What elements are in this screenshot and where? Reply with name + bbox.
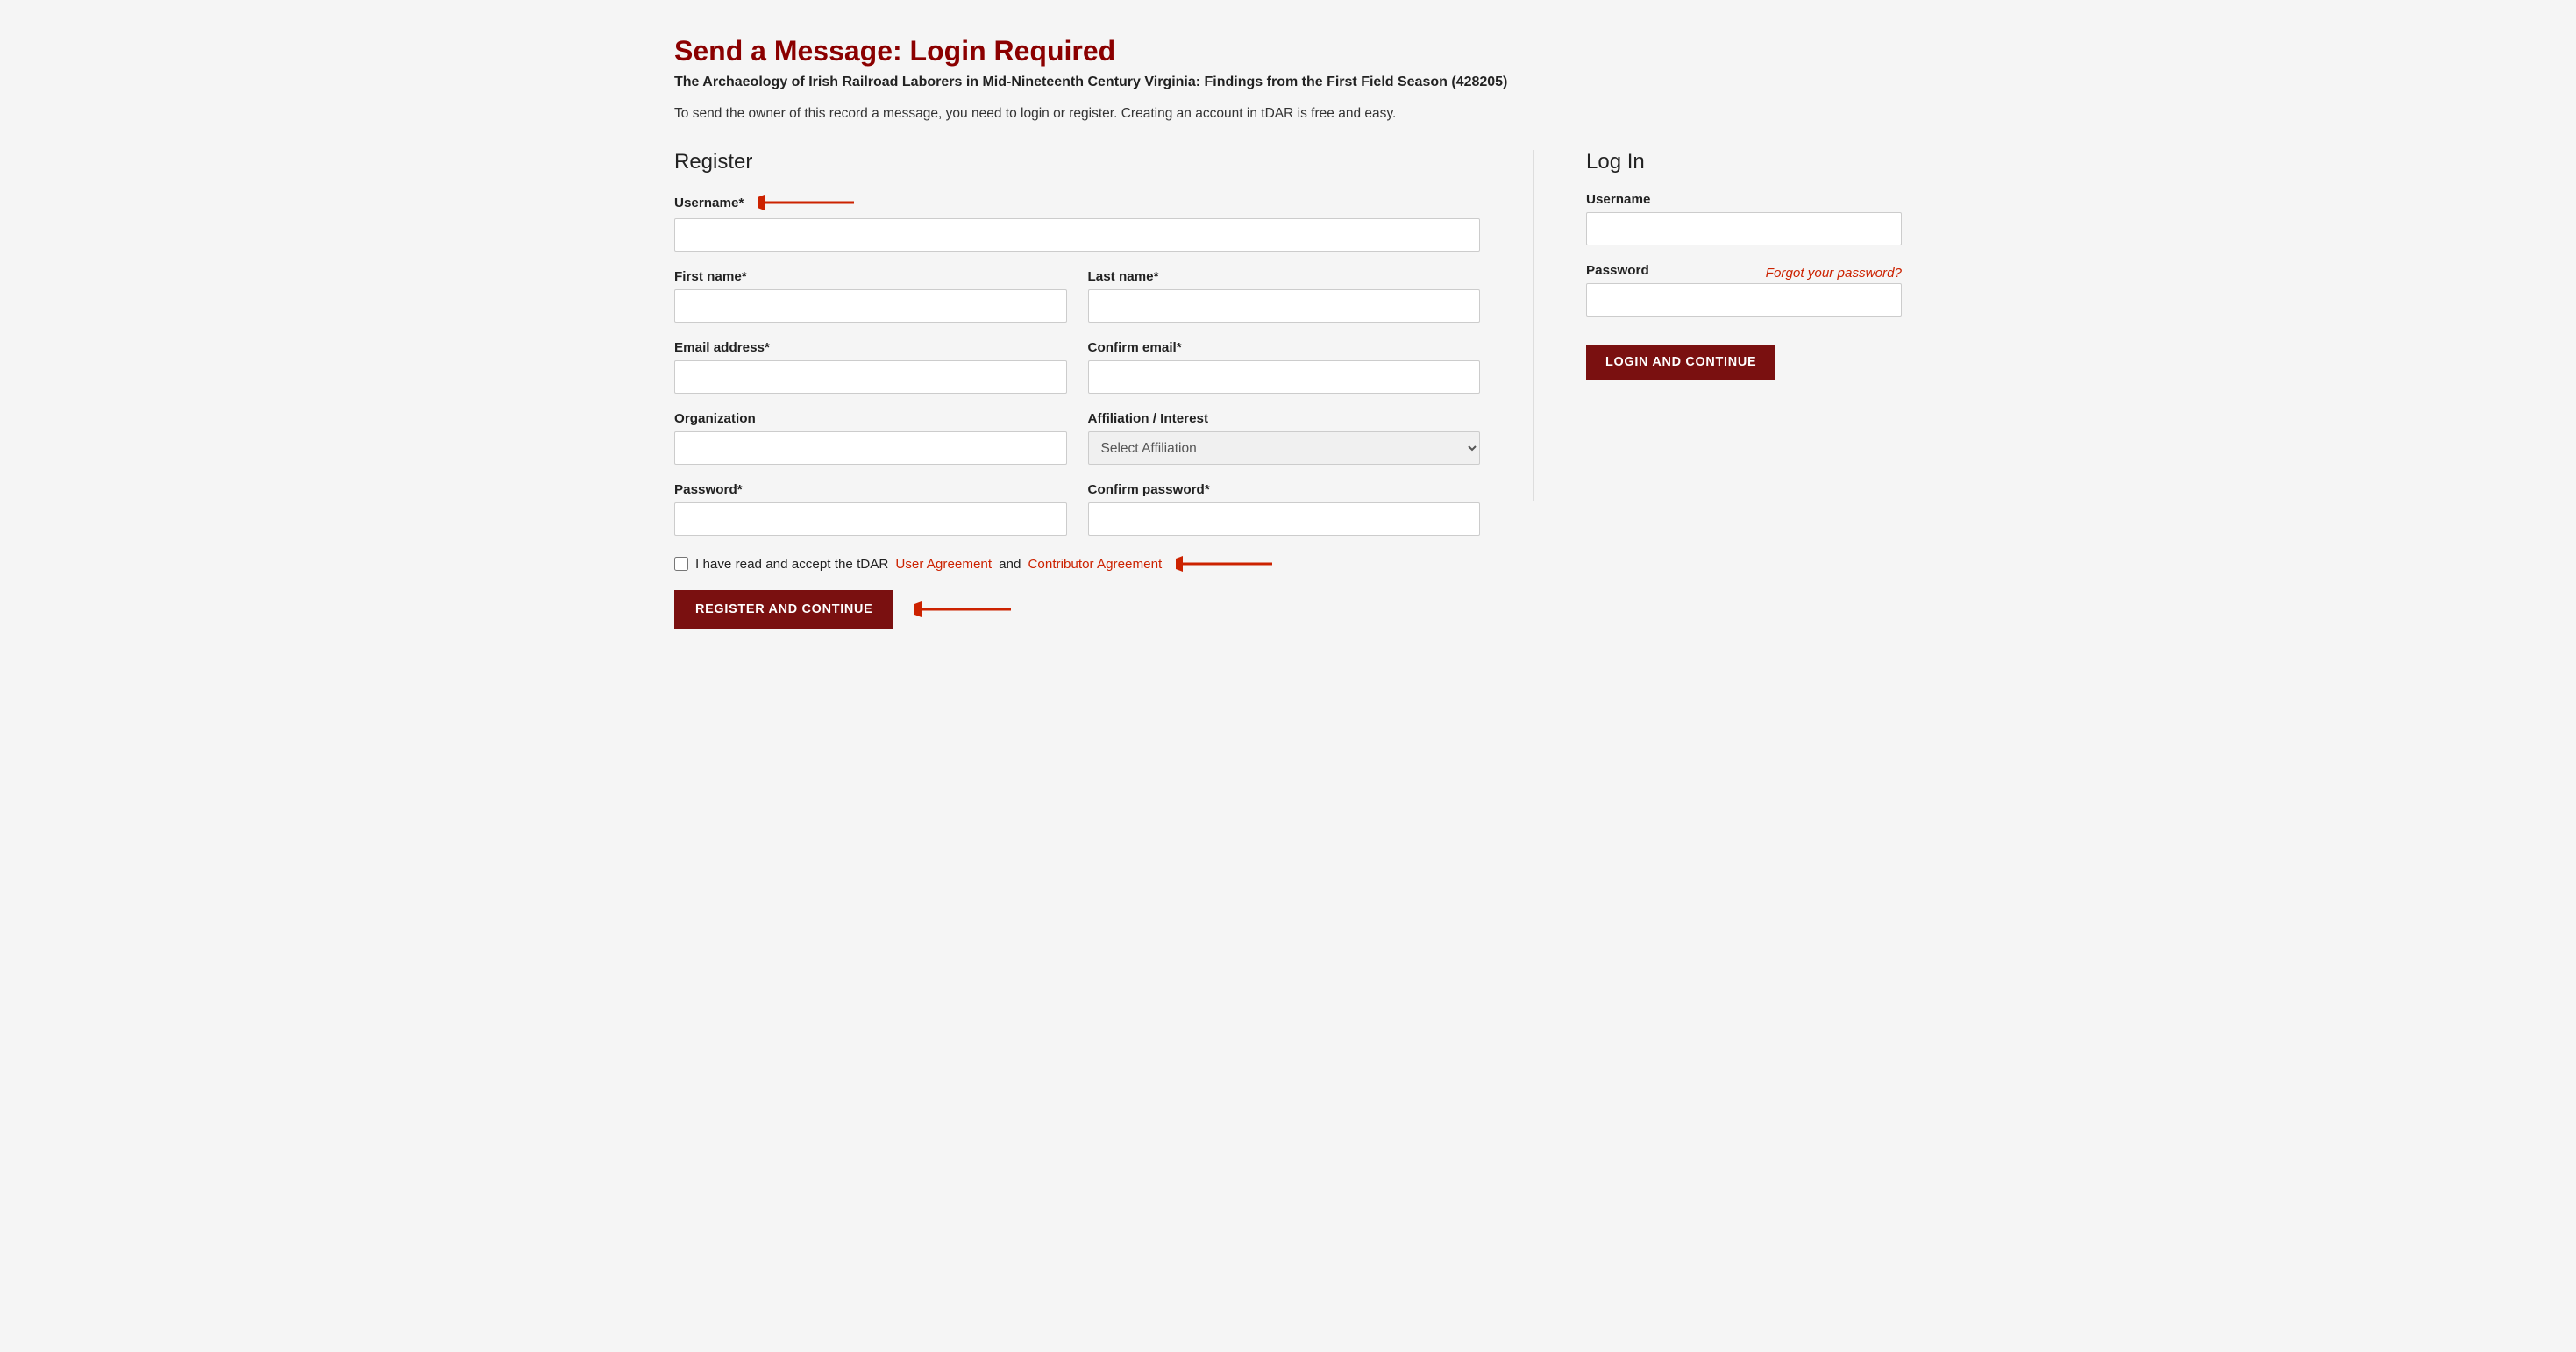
login-heading: Log In [1586, 150, 1902, 174]
affiliation-field-group: Affiliation / Interest Select Affiliatio… [1088, 411, 1481, 465]
login-username-label: Username [1586, 192, 1902, 207]
firstname-input[interactable] [674, 289, 1067, 323]
register-button-arrow-icon [914, 599, 1020, 620]
register-continue-button[interactable]: REGISTER AND CONTINUE [674, 590, 893, 629]
login-continue-button[interactable]: LOGIN AND CONTINUE [1586, 345, 1775, 380]
agreement-row: I have read and accept the tDAR User Agr… [674, 553, 1480, 574]
organization-field-group: Organization [674, 411, 1067, 465]
lastname-label: Last name* [1088, 269, 1481, 284]
register-btn-row: REGISTER AND CONTINUE [674, 590, 1480, 629]
confirm-email-field-group: Confirm email* [1088, 340, 1481, 394]
password-field-row: Password* Confirm password* [674, 482, 1480, 553]
login-username-field-group: Username [1586, 192, 1902, 245]
confirm-password-input[interactable] [1088, 502, 1481, 536]
forgot-password-link[interactable]: Forgot your password? [1766, 266, 1902, 281]
main-columns: Register Username* [674, 150, 1902, 629]
password-label: Password* [674, 482, 1067, 497]
page-container: Send a Message: Login Required The Archa… [674, 35, 1902, 629]
organization-label: Organization [674, 411, 1067, 426]
forgot-row: Password Forgot your password? [1586, 263, 1902, 283]
section-divider [1533, 150, 1534, 501]
affiliation-select[interactable]: Select Affiliation Academic / University… [1088, 431, 1481, 465]
name-field-row: First name* Last name* [674, 269, 1480, 340]
affiliation-label: Affiliation / Interest [1088, 411, 1481, 426]
login-section: Log In Username Password Forgot your pas… [1586, 150, 1902, 380]
password-input[interactable] [674, 502, 1067, 536]
org-affiliation-row: Organization Affiliation / Interest Sele… [674, 411, 1480, 482]
agreement-text-prefix: I have read and accept the tDAR [695, 557, 888, 572]
organization-input[interactable] [674, 431, 1067, 465]
agreement-arrow-icon [1176, 553, 1281, 574]
contributor-agreement-link[interactable]: Contributor Agreement [1028, 557, 1162, 572]
username-label-row: Username* [674, 192, 1480, 213]
username-arrow-icon [758, 192, 863, 213]
login-username-input[interactable] [1586, 212, 1902, 245]
lastname-field-group: Last name* [1088, 269, 1481, 323]
user-agreement-link[interactable]: User Agreement [895, 557, 992, 572]
confirm-email-label: Confirm email* [1088, 340, 1481, 355]
email-field-row: Email address* Confirm email* [674, 340, 1480, 411]
firstname-label: First name* [674, 269, 1067, 284]
email-field-group: Email address* [674, 340, 1067, 394]
firstname-field-group: First name* [674, 269, 1067, 323]
confirm-email-input[interactable] [1088, 360, 1481, 394]
email-label: Email address* [674, 340, 1067, 355]
login-password-label: Password [1586, 263, 1649, 278]
confirm-password-label: Confirm password* [1088, 482, 1481, 497]
agreement-checkbox[interactable] [674, 557, 688, 571]
username-input[interactable] [674, 218, 1480, 252]
lastname-input[interactable] [1088, 289, 1481, 323]
login-password-input[interactable] [1586, 283, 1902, 317]
intro-text: To send the owner of this record a messa… [674, 106, 1902, 122]
agreement-and: and [999, 557, 1021, 572]
confirm-password-field-group: Confirm password* [1088, 482, 1481, 536]
page-title: Send a Message: Login Required [674, 35, 1902, 68]
email-input[interactable] [674, 360, 1067, 394]
login-password-field-group: Password Forgot your password? [1586, 263, 1902, 317]
username-label: Username* [674, 196, 744, 210]
record-title: The Archaeology of Irish Railroad Labore… [674, 75, 1902, 90]
page-title-highlight: Login Required [910, 35, 1116, 67]
username-field-group: Username* [674, 192, 1480, 252]
register-heading: Register [674, 150, 1480, 174]
password-field-group: Password* [674, 482, 1067, 536]
page-title-static: Send a Message: [674, 35, 910, 67]
register-section: Register Username* [674, 150, 1480, 629]
